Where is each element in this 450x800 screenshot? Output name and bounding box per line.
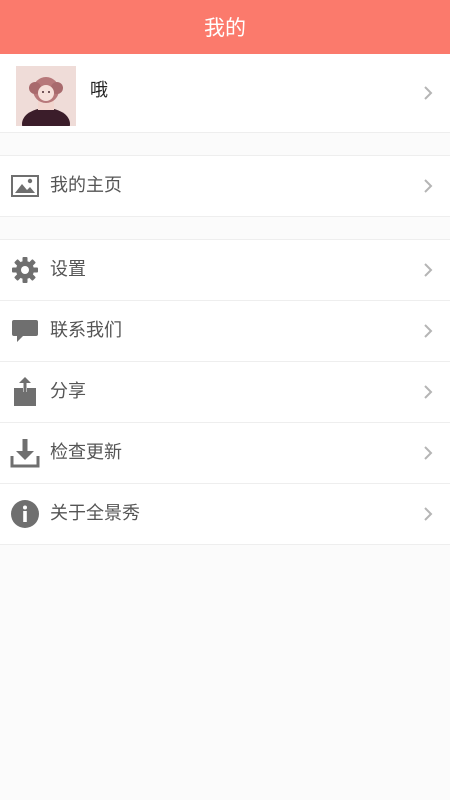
top-bar: 我的 xyxy=(0,0,450,54)
chevron-right-icon xyxy=(424,86,433,100)
menu-item-label: 关于全景秀 xyxy=(50,503,140,524)
menu-item-about[interactable]: 关于全景秀 xyxy=(0,484,450,545)
menu-item-homepage[interactable]: 我的主页 xyxy=(0,156,450,217)
menu-item-share[interactable]: 分享 xyxy=(0,362,450,423)
chevron-right-icon xyxy=(424,446,433,460)
avatar[interactable] xyxy=(16,66,76,126)
avatar-girl-image xyxy=(16,66,76,126)
profile-row[interactable]: 哦 xyxy=(0,54,450,133)
download-icon xyxy=(10,438,40,468)
menu-item-label: 分享 xyxy=(50,381,86,402)
screen: 我的 哦 我的主页 设置 联系我们 分享 检查更新 关于全景秀 xyxy=(0,0,450,800)
chevron-right-icon xyxy=(424,179,433,193)
info-icon xyxy=(10,499,40,529)
chevron-right-icon xyxy=(424,263,433,277)
chevron-right-icon xyxy=(424,324,433,338)
section-spacer xyxy=(0,217,450,240)
menu-item-check-update[interactable]: 检查更新 xyxy=(0,423,450,484)
gear-icon xyxy=(10,255,40,285)
chevron-right-icon xyxy=(424,507,433,521)
image-icon xyxy=(10,171,40,201)
share-icon xyxy=(10,377,40,407)
menu-item-contact[interactable]: 联系我们 xyxy=(0,301,450,362)
menu-item-settings[interactable]: 设置 xyxy=(0,240,450,301)
menu-item-label: 检查更新 xyxy=(50,442,122,463)
chat-bubble-icon xyxy=(10,316,40,346)
chevron-right-icon xyxy=(424,385,433,399)
section-spacer xyxy=(0,133,450,156)
profile-name: 哦 xyxy=(90,80,108,101)
menu-item-label: 设置 xyxy=(50,259,86,280)
page-title: 我的 xyxy=(204,16,246,40)
menu-item-label: 联系我们 xyxy=(50,320,122,341)
menu-item-label: 我的主页 xyxy=(50,175,122,196)
